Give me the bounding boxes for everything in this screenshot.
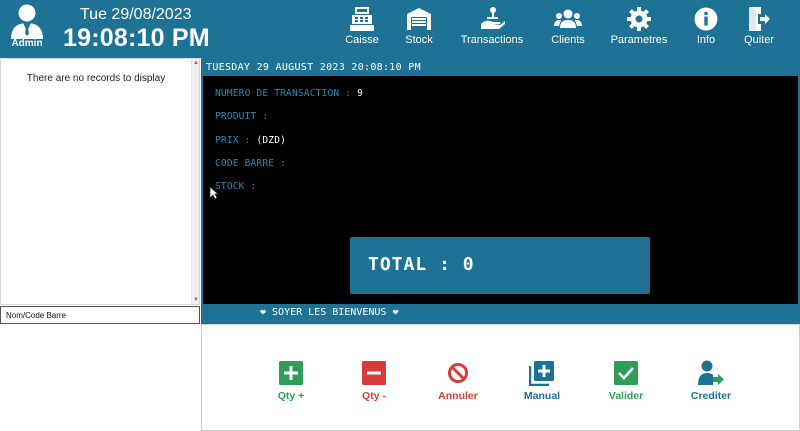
- annuler-button[interactable]: Annuler: [423, 359, 493, 402]
- nav-stock[interactable]: Stock: [398, 5, 440, 53]
- user-label: Admin: [11, 38, 43, 49]
- action-label: Crediter: [690, 390, 732, 402]
- welcome-banner: ❤ SOYER LES BIENVENUS ❤: [203, 306, 798, 321]
- field-transaction-number: NUMERO DE TRANSACTION : 9: [215, 88, 363, 99]
- nav-clients[interactable]: Clients: [546, 5, 590, 53]
- field-prix: PRIX : (DZD): [215, 135, 286, 146]
- transaction-screen: TUESDAY 29 AUGUST 2023 20:08:10 PM NUMER…: [203, 61, 798, 304]
- field-label: PRIX :: [215, 135, 257, 146]
- transactions-icon: [481, 6, 505, 29]
- nav-label: Caisse: [345, 34, 379, 46]
- action-label: Qty +: [277, 390, 305, 402]
- valider-button[interactable]: Valider: [591, 359, 661, 402]
- action-label: Annuler: [438, 390, 478, 402]
- action-label: Qty -: [362, 390, 386, 402]
- minus-icon: [362, 361, 386, 385]
- mouse-cursor-icon: [209, 186, 219, 200]
- screen-date-header: TUESDAY 29 AUGUST 2023 20:08:10 PM: [203, 61, 798, 76]
- field-value: (DZD): [256, 135, 287, 146]
- nav-label: Parametres: [610, 34, 668, 46]
- nav-label: Stock: [405, 34, 433, 46]
- list-scrollbar[interactable]: ▲ ▼: [191, 59, 199, 304]
- cancel-icon: [448, 363, 468, 383]
- header-date: Tue 29/08/2023: [80, 6, 192, 23]
- field-produit: PRODUIT :: [215, 111, 268, 122]
- action-label: Valider: [608, 390, 644, 402]
- user-profile[interactable]: Admin: [6, 3, 48, 55]
- user-avatar-icon: [11, 4, 43, 39]
- header-time: 19:08:10 PM: [63, 24, 210, 52]
- manual-button[interactable]: Manual: [507, 359, 577, 402]
- nav-label: Quiter: [744, 34, 774, 46]
- field-code-barre: CODE BARRE :: [215, 158, 286, 169]
- nav-transactions[interactable]: Transactions: [456, 5, 528, 53]
- plus-icon: [279, 361, 303, 385]
- crediter-button[interactable]: Crediter: [676, 359, 746, 402]
- info-icon: [694, 7, 718, 30]
- scroll-up-icon[interactable]: ▲: [193, 59, 199, 67]
- nav-label: Transactions: [460, 34, 524, 46]
- product-list[interactable]: There are no records to display ▲ ▼: [0, 58, 200, 305]
- field-label: CODE BARRE :: [215, 158, 287, 169]
- field-label: STOCK :: [215, 181, 257, 192]
- qty-minus-button[interactable]: Qty -: [339, 359, 409, 402]
- field-label: PRODUIT :: [215, 111, 269, 122]
- empty-list-message: There are no records to display: [26, 73, 166, 84]
- nav-quiter[interactable]: Quiter: [738, 5, 780, 53]
- nav-label: Clients: [551, 34, 585, 46]
- cash-register-icon: [350, 6, 374, 31]
- qty-plus-button[interactable]: Qty +: [256, 359, 326, 402]
- gear-icon: [627, 6, 651, 31]
- nav-label: Info: [696, 34, 716, 46]
- clients-icon: [554, 9, 582, 28]
- header-bar: Admin Tue 29/08/2023 19:08:10 PM Caisse: [0, 0, 800, 58]
- field-label: NUMERO DE TRANSACTION :: [215, 88, 358, 99]
- check-icon: [614, 361, 638, 385]
- nav-caisse[interactable]: Caisse: [340, 5, 384, 53]
- credit-user-icon: [698, 360, 724, 385]
- left-lower-panel: [0, 324, 200, 431]
- action-panel: Qty + Qty - Annuler Manual Valider Credi…: [201, 324, 800, 431]
- field-value: 9: [357, 88, 363, 99]
- warehouse-icon: [407, 7, 431, 30]
- total-box: TOTAL : 0: [350, 237, 650, 294]
- scroll-down-icon[interactable]: ▼: [193, 296, 199, 304]
- field-stock: STOCK :: [215, 181, 256, 192]
- nav-info[interactable]: Info: [688, 5, 724, 53]
- manual-add-icon: [529, 361, 554, 386]
- action-label: Manual: [523, 390, 561, 402]
- nav-parametres[interactable]: Parametres: [606, 5, 672, 53]
- search-input[interactable]: [0, 306, 200, 324]
- exit-icon: [749, 6, 771, 31]
